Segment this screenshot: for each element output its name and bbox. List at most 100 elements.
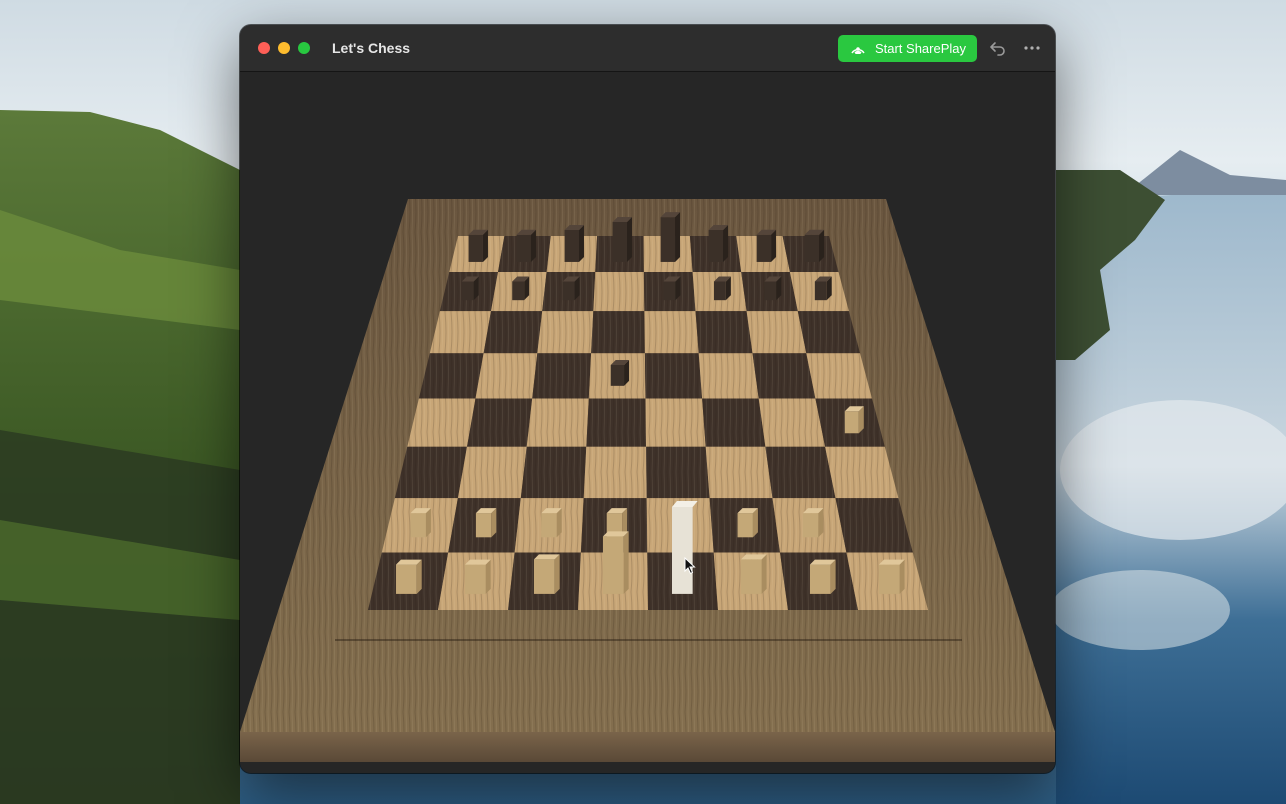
square-grain — [758, 398, 826, 447]
square-grain — [467, 398, 533, 447]
black-pawn[interactable] — [512, 276, 530, 301]
piece-front — [602, 536, 624, 594]
black-pawn[interactable] — [461, 276, 479, 301]
zoom-button[interactable] — [298, 42, 310, 54]
square-grain — [407, 398, 476, 447]
white-knight[interactable] — [809, 559, 836, 594]
white-rook[interactable] — [396, 559, 422, 594]
piece-side — [818, 508, 824, 538]
white-pawn[interactable] — [802, 508, 824, 538]
piece-front — [660, 217, 676, 262]
black-pawn[interactable] — [663, 276, 681, 301]
black-knight[interactable] — [756, 229, 777, 262]
black-pawn[interactable] — [713, 276, 731, 301]
black-pawn[interactable] — [562, 276, 580, 301]
piece-front — [461, 281, 474, 301]
selected-piece-body — [671, 506, 693, 594]
white-bishop[interactable] — [533, 554, 560, 594]
black-pawn[interactable] — [814, 276, 832, 301]
title-bar: Let's Chess Start SharePlay — [240, 25, 1055, 72]
frame-front-edge — [240, 732, 1055, 762]
square-grain — [698, 353, 759, 399]
white-pawn[interactable] — [475, 508, 497, 538]
piece-side — [416, 559, 422, 594]
square-grain — [746, 311, 807, 354]
white-pawn[interactable] — [844, 406, 864, 434]
white-knight[interactable] — [464, 559, 491, 594]
black-queen[interactable] — [612, 216, 633, 262]
square-grain — [483, 311, 543, 354]
white-queen[interactable] — [602, 531, 629, 594]
square-grain — [532, 353, 592, 399]
piece-front — [737, 513, 753, 538]
more-icon — [1024, 46, 1040, 50]
piece-front — [475, 513, 492, 538]
square-grain — [644, 311, 699, 354]
start-shareplay-button[interactable]: Start SharePlay — [837, 34, 977, 62]
piece-front — [516, 234, 531, 262]
piece-front — [740, 559, 762, 594]
piece-front — [612, 221, 628, 262]
black-knight[interactable] — [516, 229, 536, 262]
piece-front — [533, 559, 555, 594]
piece-side — [830, 559, 836, 594]
white-bishop[interactable] — [740, 554, 767, 594]
window-title: Let's Chess — [332, 40, 411, 56]
square-grain — [526, 398, 589, 447]
black-pawn[interactable] — [610, 359, 630, 386]
black-king[interactable] — [660, 212, 681, 262]
piece-front — [468, 234, 483, 262]
piece-front — [663, 281, 676, 301]
white-pawn[interactable] — [410, 508, 431, 538]
square-grain — [418, 353, 484, 399]
piece-front — [564, 229, 579, 262]
piece-front — [610, 364, 625, 386]
piece-front — [396, 564, 417, 594]
piece-front — [562, 281, 575, 301]
square-grain — [702, 398, 766, 447]
piece-side — [627, 216, 633, 262]
frame-shadow — [240, 762, 1055, 773]
piece-front — [756, 234, 772, 262]
piece-front — [804, 234, 820, 262]
piece-side — [554, 554, 560, 594]
white-pawn[interactable] — [541, 508, 562, 538]
black-pawn[interactable] — [764, 276, 782, 301]
piece-front — [464, 564, 486, 594]
black-rook[interactable] — [804, 229, 825, 262]
black-rook[interactable] — [468, 229, 488, 262]
piece-side — [723, 224, 729, 262]
square-grain — [591, 311, 645, 354]
square-grain — [752, 353, 816, 399]
piece-side — [578, 224, 584, 262]
piece-front — [713, 281, 726, 301]
piece-front — [809, 564, 831, 594]
piece-front — [708, 229, 724, 262]
square-grain — [646, 446, 710, 499]
minimize-button[interactable] — [278, 42, 290, 54]
piece-front — [764, 281, 777, 301]
square-grain — [645, 398, 706, 447]
piece-side — [530, 229, 536, 262]
piece-front — [844, 411, 859, 434]
square-grain — [644, 353, 703, 399]
black-bishop[interactable] — [564, 224, 584, 262]
more-button[interactable] — [1019, 35, 1045, 61]
piece-front — [814, 281, 827, 301]
white-rook[interactable] — [878, 559, 905, 594]
piece-front — [878, 564, 900, 594]
piece-side — [482, 229, 488, 262]
piece-front — [512, 281, 525, 301]
piece-side — [899, 559, 905, 594]
undo-button[interactable] — [985, 35, 1011, 61]
window-controls — [258, 42, 310, 54]
close-button[interactable] — [258, 42, 270, 54]
white-pawn[interactable] — [737, 508, 758, 538]
square-grain — [475, 353, 538, 399]
piece-side — [771, 229, 777, 262]
piece-side — [819, 229, 825, 262]
square-grain — [429, 311, 491, 354]
chess-board-view[interactable] — [240, 72, 1055, 773]
piece-side — [761, 554, 767, 594]
black-bishop[interactable] — [708, 224, 729, 262]
